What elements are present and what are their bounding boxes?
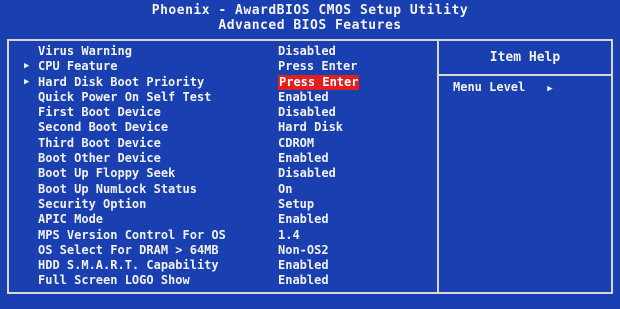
setting-label: MPS Version Control For OS — [38, 227, 226, 242]
setting-row[interactable]: Boot Up NumLock Status On — [24, 182, 434, 197]
setting-row[interactable]: Security Option Setup — [24, 197, 434, 212]
setting-label: Second Boot Device — [38, 120, 169, 135]
page-title: Advanced BIOS Features — [218, 18, 402, 33]
right-triangle-icon: ▶ — [547, 84, 553, 94]
setting-row[interactable]: Virus Warning Disabled — [24, 44, 434, 59]
setting-label: HDD S.M.A.R.T. Capability — [38, 258, 219, 273]
setting-value[interactable]: On — [278, 182, 292, 197]
setting-row[interactable]: Third Boot Device CDROM — [24, 136, 434, 151]
app-title: Phoenix - AwardBIOS CMOS Setup Utility — [151, 3, 469, 18]
setting-row[interactable]: ▶ Hard Disk Boot Priority Press Enter — [24, 74, 434, 90]
item-help-title: Item Help — [489, 50, 561, 65]
title-bar: Phoenix - AwardBIOS CMOS Setup Utility A… — [0, 0, 620, 36]
setting-label: APIC Mode — [38, 212, 104, 227]
setting-row[interactable]: Boot Other Device Enabled — [24, 151, 434, 166]
setting-value[interactable]: Disabled — [278, 105, 336, 120]
setting-row[interactable]: HDD S.M.A.R.T. Capability Enabled — [24, 258, 434, 273]
setting-label: Third Boot Device — [38, 135, 161, 150]
setting-value[interactable]: Press Enter — [278, 59, 357, 74]
setting-label: OS Select For DRAM > 64MB — [38, 242, 219, 257]
setting-label: Boot Up Floppy Seek — [38, 166, 176, 181]
setting-label: Boot Up NumLock Status — [38, 181, 197, 196]
setting-label: Quick Power On Self Test — [38, 89, 212, 104]
setting-label: Hard Disk Boot Priority — [38, 74, 205, 89]
setting-value[interactable]: Enabled — [278, 90, 329, 105]
setting-value[interactable]: Enabled — [278, 273, 329, 288]
setting-value[interactable]: Disabled — [278, 166, 336, 181]
setting-value-selected[interactable]: Press Enter — [278, 74, 360, 90]
setting-row[interactable]: Quick Power On Self Test Enabled — [24, 90, 434, 105]
setting-row[interactable]: APIC Mode Enabled — [24, 212, 434, 227]
setting-row[interactable]: OS Select For DRAM > 64MB Non-OS2 — [24, 243, 434, 258]
setting-value[interactable]: Disabled — [278, 44, 336, 59]
setting-row[interactable]: Boot Up Floppy Seek Disabled — [24, 166, 434, 181]
setting-label: Boot Other Device — [38, 151, 161, 166]
setting-value[interactable]: Enabled — [278, 151, 329, 166]
submenu-arrow-icon: ▶ — [24, 61, 30, 72]
settings-list: Virus Warning Disabled ▶ CPU Feature Press E… — [24, 44, 434, 289]
setting-label: First Boot Device — [38, 105, 161, 120]
setting-value[interactable]: 1.4 — [278, 228, 300, 243]
setting-value[interactable]: Enabled — [278, 212, 329, 227]
menu-level-row: Menu Level ▶ — [453, 80, 553, 94]
panel-divider — [437, 39, 439, 294]
setting-label: Full Screen LOGO Show — [38, 273, 190, 288]
setting-row[interactable]: Full Screen LOGO Show Enabled — [24, 273, 434, 288]
setting-value[interactable]: Setup — [278, 197, 314, 212]
setting-row[interactable]: ▶ CPU Feature Press Enter — [24, 59, 434, 74]
setting-value[interactable]: Enabled — [278, 258, 329, 273]
help-separator — [439, 74, 611, 76]
setting-label: Security Option — [38, 196, 147, 211]
setting-label: Virus Warning — [38, 44, 132, 58]
setting-value[interactable]: Non-OS2 — [278, 243, 329, 258]
setting-value[interactable]: Hard Disk — [278, 120, 343, 135]
submenu-arrow-icon: ▶ — [24, 76, 30, 87]
setting-label: CPU Feature — [38, 59, 118, 74]
setting-row[interactable]: MPS Version Control For OS 1.4 — [24, 228, 434, 243]
setting-row[interactable]: First Boot Device Disabled — [24, 105, 434, 120]
setting-row[interactable]: Second Boot Device Hard Disk — [24, 120, 434, 135]
menu-level-label: Menu Level — [453, 80, 526, 94]
setting-value[interactable]: CDROM — [278, 136, 314, 151]
